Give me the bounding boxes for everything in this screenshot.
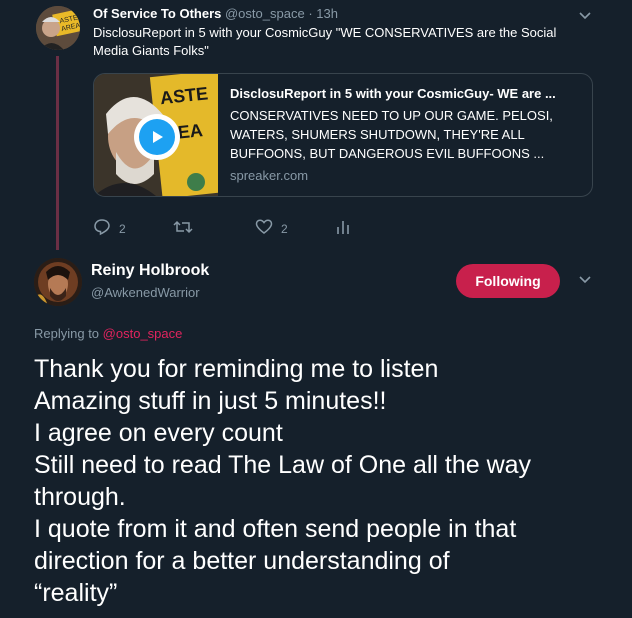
like-count: 2 bbox=[281, 221, 288, 236]
reply-button[interactable]: 2 bbox=[93, 218, 126, 239]
analytics-button[interactable] bbox=[336, 218, 350, 239]
card-description: CONSERVATIVES NEED TO UP OUR GAME. PELOS… bbox=[230, 108, 553, 161]
parent-actions: 2 2 bbox=[93, 218, 393, 238]
retweet-button[interactable] bbox=[173, 218, 193, 239]
card-domain: spreaker.com bbox=[230, 168, 309, 183]
tweet-text-line: Still need to read The Law of One all th… bbox=[34, 451, 532, 479]
tweet-text-line: Amazing stuff in just 5 minutes!! bbox=[34, 387, 387, 415]
link-card[interactable]: ASTE EA DisclosuReport in 5 with your Co… bbox=[93, 73, 593, 197]
parent-avatar[interactable]: ASTE AREA bbox=[36, 6, 80, 50]
svg-text:EA: EA bbox=[177, 120, 204, 143]
parent-author-name[interactable]: Of Service To Others bbox=[93, 6, 221, 21]
author-name[interactable]: Reiny Holbrook bbox=[91, 262, 209, 280]
parent-tweet-text: DisclosuReport in 5 with your CosmicGuy … bbox=[93, 25, 557, 58]
heart-icon bbox=[255, 218, 273, 239]
thread-line bbox=[56, 56, 59, 250]
parent-time[interactable]: 13h bbox=[316, 6, 338, 21]
author-avatar[interactable] bbox=[34, 258, 82, 306]
parent-header: Of Service To Others @osto_space · 13h bbox=[93, 6, 338, 21]
tweet-text-line: Thank you for reminding me to listen bbox=[34, 355, 439, 383]
replying-to: Replying to @osto_space bbox=[34, 326, 182, 341]
retweet-icon bbox=[173, 218, 193, 239]
following-button[interactable]: Following bbox=[456, 264, 560, 298]
tweet-text-line: “reality” bbox=[34, 579, 118, 607]
reply-icon bbox=[93, 218, 111, 239]
replying-to-link[interactable]: @osto_space bbox=[103, 326, 183, 341]
parent-separator: · bbox=[308, 6, 313, 21]
play-icon[interactable] bbox=[134, 114, 180, 160]
card-title: DisclosuReport in 5 with your CosmicGuy-… bbox=[230, 86, 556, 101]
tweet-text-line: I agree on every count bbox=[34, 419, 283, 447]
analytics-icon bbox=[336, 218, 350, 239]
chevron-down-icon[interactable] bbox=[578, 272, 592, 289]
tweet-text-line: through. bbox=[34, 483, 126, 511]
tweet-text-line: direction for a better understanding of bbox=[34, 547, 450, 575]
tweet-text-line: I quote from it and often send people in… bbox=[34, 515, 517, 543]
parent-author-handle[interactable]: @osto_space bbox=[225, 6, 305, 21]
like-button[interactable]: 2 bbox=[255, 218, 288, 239]
author-handle[interactable]: @AwkenedWarrior bbox=[91, 285, 200, 300]
reply-count: 2 bbox=[119, 221, 126, 236]
chevron-down-icon[interactable] bbox=[578, 8, 592, 25]
replying-to-label: Replying to bbox=[34, 326, 100, 341]
